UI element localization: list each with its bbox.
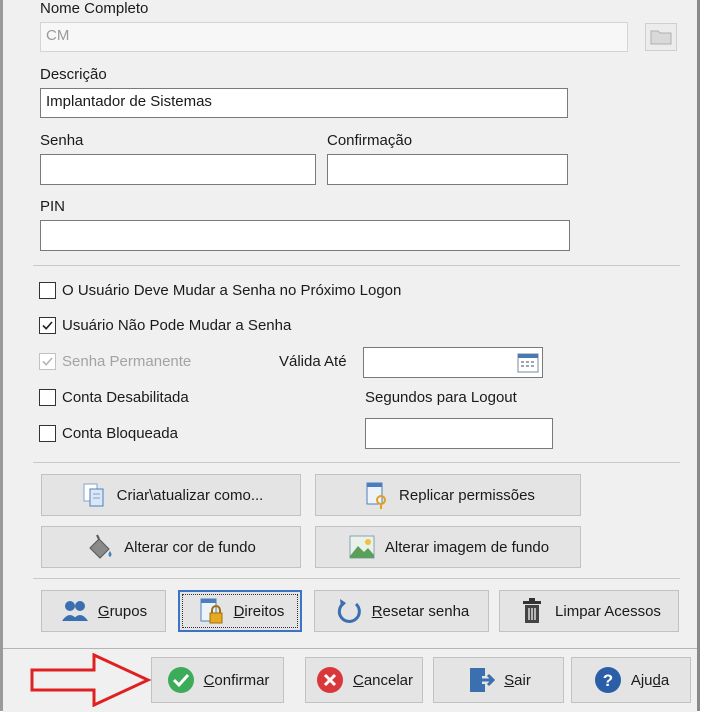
- svg-text:?: ?: [603, 671, 613, 690]
- user-dialog: Nome Completo CM Descrição Implantador d…: [0, 0, 700, 712]
- help-button[interactable]: ? Ajuda: [571, 657, 691, 703]
- change-background-color-label: Alterar cor de fundo: [124, 538, 256, 556]
- cannot-change-password-label: Usuário Não Pode Mudar a Senha: [62, 317, 292, 334]
- create-update-as-button[interactable]: Criar\atualizar como...: [41, 474, 301, 516]
- replicate-permissions-button[interactable]: Replicar permissões: [315, 474, 581, 516]
- full-name-label: Nome Completo: [40, 0, 149, 17]
- refresh-icon: [334, 596, 364, 626]
- cannot-change-password-option[interactable]: Usuário Não Pode Mudar a Senha: [39, 317, 291, 334]
- help-label: Ajuda: [630, 671, 670, 689]
- locked-account-checkbox[interactable]: [39, 425, 56, 442]
- replicate-permissions-label: Replicar permissões: [399, 486, 535, 504]
- users-group-icon: [60, 596, 90, 626]
- document-key-icon: [361, 480, 391, 510]
- reset-password-label: Resetar senha: [371, 602, 470, 620]
- cancel-label: Cancelar: [352, 671, 414, 689]
- description-input[interactable]: Implantador de Sistemas: [40, 88, 568, 118]
- clear-access-label: Limpar Acessos: [555, 602, 661, 620]
- disabled-account-checkbox[interactable]: [39, 389, 56, 406]
- folder-icon: [650, 30, 672, 45]
- cancel-button[interactable]: Cancelar: [305, 657, 423, 703]
- valid-until-label: Válida Até: [279, 353, 347, 370]
- clear-access-button[interactable]: Limpar Acessos: [499, 590, 679, 632]
- must-change-password-checkbox[interactable]: [39, 282, 56, 299]
- trash-icon: [517, 596, 547, 626]
- password-label: Senha: [40, 132, 84, 149]
- divider: [33, 265, 680, 266]
- check-circle-icon: [166, 665, 196, 695]
- groups-button[interactable]: Grupos: [41, 590, 166, 632]
- divider: [33, 462, 680, 463]
- permanent-password-option: Senha Permanente: [39, 353, 191, 370]
- exit-label: Sair: [504, 671, 531, 689]
- divider: [33, 578, 680, 579]
- paint-bucket-icon: [86, 532, 116, 562]
- logout-seconds-label: Segundos para Logout: [365, 389, 517, 406]
- confirm-button[interactable]: Confirmar: [151, 657, 284, 703]
- valid-until-input[interactable]: [363, 347, 543, 378]
- lock-document-icon: [196, 596, 226, 626]
- change-background-image-button[interactable]: Alterar imagem de fundo: [315, 526, 581, 568]
- confirm-password-input[interactable]: [327, 154, 568, 185]
- must-change-password-label: O Usuário Deve Mudar a Senha no Próximo …: [62, 282, 402, 299]
- exit-door-icon: [466, 665, 496, 695]
- locked-account-option[interactable]: Conta Bloqueada: [39, 425, 178, 442]
- pin-label: PIN: [40, 198, 66, 215]
- checkmark-icon: [42, 357, 53, 366]
- rights-button[interactable]: Direitos: [178, 590, 302, 632]
- image-icon: [347, 532, 377, 562]
- groups-label: Grupos: [97, 602, 148, 620]
- locked-account-label: Conta Bloqueada: [62, 425, 178, 442]
- must-change-password-option[interactable]: O Usuário Deve Mudar a Senha no Próximo …: [39, 282, 401, 299]
- browse-folder-button[interactable]: [645, 23, 677, 51]
- checkmark-icon: [42, 321, 53, 330]
- calendar-icon: [517, 353, 539, 373]
- logout-seconds-input[interactable]: [365, 418, 553, 449]
- create-update-as-label: Criar\atualizar como...: [116, 486, 264, 504]
- password-input[interactable]: [40, 154, 316, 185]
- exit-button[interactable]: Sair: [433, 657, 564, 703]
- help-circle-icon: ?: [593, 665, 623, 695]
- permanent-password-label: Senha Permanente: [62, 353, 192, 370]
- user-form-panel: Nome Completo CM Descrição Implantador d…: [3, 0, 697, 648]
- copy-document-icon: [79, 480, 109, 510]
- cannot-change-password-checkbox[interactable]: [39, 317, 56, 334]
- confirm-password-label: Confirmação: [327, 132, 413, 149]
- confirm-label: Confirmar: [203, 671, 270, 689]
- red-arrow-annotation: [30, 653, 152, 707]
- close-circle-icon: [315, 665, 345, 695]
- disabled-account-option[interactable]: Conta Desabilitada: [39, 389, 189, 406]
- description-label: Descrição: [40, 66, 107, 83]
- reset-password-button[interactable]: Resetar senha: [314, 590, 489, 632]
- window-border-right: [697, 0, 700, 711]
- change-background-color-button[interactable]: Alterar cor de fundo: [41, 526, 301, 568]
- permanent-password-checkbox: [39, 353, 56, 370]
- change-background-image-label: Alterar imagem de fundo: [384, 538, 550, 556]
- window-border-left: [0, 0, 3, 711]
- date-picker-button[interactable]: [517, 352, 539, 373]
- pin-input[interactable]: [40, 220, 570, 251]
- full-name-input[interactable]: CM: [40, 22, 628, 52]
- rights-label: Direitos: [233, 602, 285, 620]
- disabled-account-label: Conta Desabilitada: [62, 389, 189, 406]
